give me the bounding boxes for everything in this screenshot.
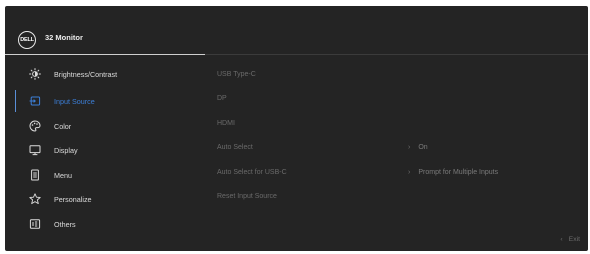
exit-button[interactable]: ‹ Exit <box>560 236 580 243</box>
exit-label: Exit <box>568 236 580 243</box>
nav-item-others[interactable]: Others <box>5 214 205 234</box>
nav-item-brightness-contrast[interactable]: Brightness/Contrast <box>5 64 205 84</box>
chevron-left-icon: ‹ <box>560 236 563 243</box>
nav-item-input-source[interactable]: Input Source <box>5 91 205 111</box>
nav-item-label: Input Source <box>54 96 95 106</box>
option-hdmi[interactable]: HDMI <box>217 120 235 127</box>
auto-select-usb-c-value[interactable]: › Prompt for Multiple Inputs <box>408 169 498 176</box>
nav-item-label: Personalize <box>54 194 92 204</box>
nav-item-label: Others <box>54 219 76 229</box>
nav-item-label: Display <box>54 145 78 155</box>
brightness-icon <box>28 67 42 81</box>
input-source-icon <box>28 94 42 108</box>
option-reset-input-source[interactable]: Reset Input Source <box>217 193 277 200</box>
display-icon <box>28 143 42 157</box>
nav-item-color[interactable]: Color <box>5 116 205 136</box>
chevron-right-icon: › <box>408 169 411 176</box>
star-icon <box>28 192 42 206</box>
nav-item-display[interactable]: Display <box>5 140 205 160</box>
nav-item-personalize[interactable]: Personalize <box>5 189 205 209</box>
chevron-right-icon: › <box>408 144 411 151</box>
others-icon <box>28 217 42 231</box>
monitor-osd-panel: DELL 32 Monitor Brightness/Contrast Inpu… <box>5 6 588 251</box>
auto-select-usb-c-value-text: Prompt for Multiple Inputs <box>418 169 499 176</box>
option-dp[interactable]: DP <box>217 95 227 102</box>
option-auto-select-usb-c[interactable]: Auto Select for USB-C <box>217 169 287 176</box>
menu-icon <box>28 168 42 182</box>
auto-select-value[interactable]: › On <box>408 144 428 151</box>
nav-item-menu[interactable]: Menu <box>5 165 205 185</box>
osd-header: DELL 32 Monitor <box>5 6 588 52</box>
nav-item-label: Color <box>54 121 72 131</box>
color-palette-icon <box>28 119 42 133</box>
nav-item-label: Brightness/Contrast <box>54 69 118 79</box>
monitor-title: 32 Monitor <box>45 33 83 42</box>
nav-item-label: Menu <box>54 170 72 180</box>
option-auto-select[interactable]: Auto Select <box>217 144 253 151</box>
auto-select-value-text: On <box>418 144 428 151</box>
header-divider-highlight <box>5 54 205 55</box>
option-usb-type-c[interactable]: USB Type-C <box>217 71 256 78</box>
dell-logo: DELL <box>18 31 36 49</box>
